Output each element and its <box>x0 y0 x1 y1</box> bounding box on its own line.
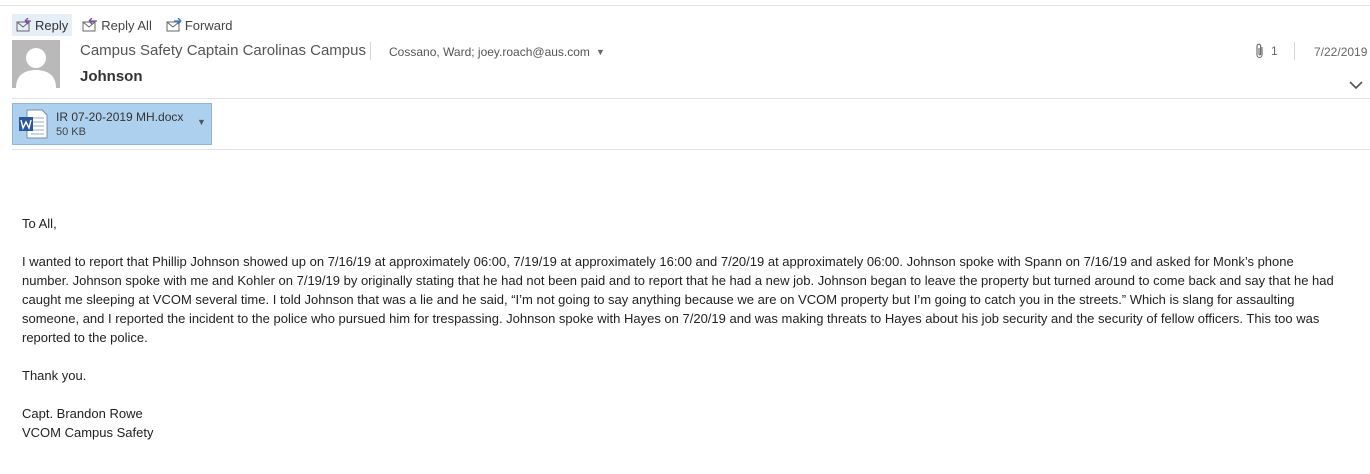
reply-all-icon <box>82 18 98 32</box>
forward-icon <box>166 18 182 32</box>
top-divider <box>0 5 1370 6</box>
reply-label: Reply <box>35 17 69 33</box>
person-icon <box>16 48 56 88</box>
chevron-down-icon[interactable]: ▼ <box>596 47 605 57</box>
attachment-card[interactable]: IR 07-20-2019 MH.docx 50 KB ▼ <box>12 103 212 145</box>
recipients-list[interactable]: Cossano, Ward; joey.roach@aus.com ▼ <box>389 45 605 59</box>
reply-button[interactable]: Reply <box>12 14 73 36</box>
reply-all-button[interactable]: Reply All <box>78 14 156 36</box>
message-date: 7/22/2019 <box>1314 45 1368 59</box>
word-doc-icon <box>19 109 48 139</box>
closing: Thank you. <box>22 368 87 383</box>
paperclip-icon <box>1256 43 1263 59</box>
message-body: To All, I wanted to report that Phillip … <box>22 214 1342 442</box>
header-divider <box>370 42 371 60</box>
message-toolbar: Reply Reply All Forward <box>12 14 237 36</box>
attachment-filename: IR 07-20-2019 MH.docx <box>56 110 184 124</box>
header-divider-2 <box>1294 42 1295 60</box>
attachment-dropdown-icon[interactable]: ▼ <box>197 117 206 127</box>
expand-header-button[interactable] <box>1349 77 1363 95</box>
message-subject: Johnson <box>80 68 143 85</box>
attachment-count-value: 1 <box>1271 44 1278 58</box>
signature-name: Capt. Brandon Rowe <box>22 406 143 421</box>
sender-avatar[interactable] <box>12 40 60 88</box>
body-paragraph: I wanted to report that Phillip Johnson … <box>22 254 1334 345</box>
attachment-separator <box>12 149 1370 150</box>
signature-org: VCOM Campus Safety <box>22 425 154 440</box>
attachment-count: 1 <box>1255 43 1278 59</box>
greeting: To All, <box>22 216 57 231</box>
reply-all-label: Reply All <box>101 17 152 33</box>
header-separator <box>12 98 1370 99</box>
reply-icon <box>16 18 31 32</box>
recipients-text: Cossano, Ward; joey.roach@aus.com <box>389 45 590 59</box>
attachment-size: 50 KB <box>56 126 86 138</box>
forward-button[interactable]: Forward <box>162 14 237 36</box>
chevron-down-icon <box>1349 81 1363 90</box>
sender-name[interactable]: Campus Safety Captain Carolinas Campus <box>80 42 366 59</box>
forward-label: Forward <box>184 17 233 33</box>
